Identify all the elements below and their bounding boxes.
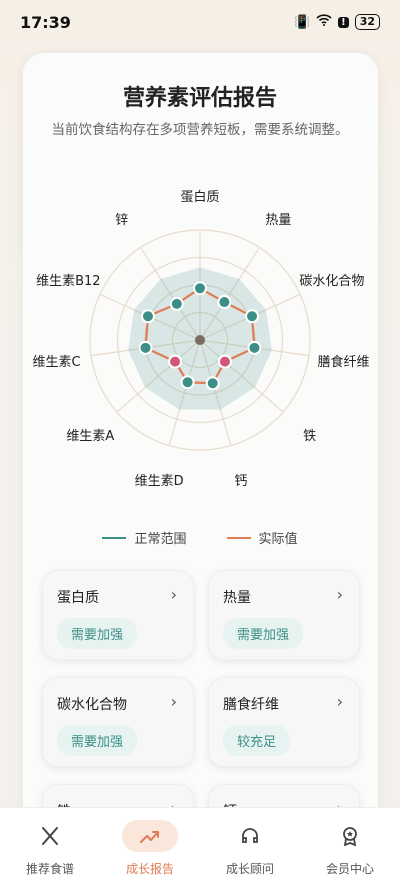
legend-item-normal: 正常范围: [102, 528, 187, 547]
tab-label: 会员中心: [325, 861, 374, 876]
legend-swatch-actual: [226, 536, 251, 539]
tab-label: 成长顾问: [225, 861, 274, 876]
radar-axis-label: 钙: [234, 473, 248, 489]
radar-point-5: [205, 376, 220, 391]
tab-advisor[interactable]: 成长顾问: [200, 808, 300, 888]
nutrient-radar-chart: 蛋白质热量碳水化合物膳食纤维铁钙 维生素D 维生素A 维生素C 维生素B12 锌: [30, 175, 380, 505]
nutrient-status-badge: 需要加强: [57, 618, 138, 649]
nutrient-name: 碳水化合物: [57, 697, 127, 713]
radar-point-2: [245, 309, 260, 324]
medal-icon: [322, 820, 378, 852]
radar-axis-label: 膳食纤维: [317, 355, 370, 371]
chart-legend: 正常范围 实际值: [0, 528, 400, 547]
tab-label: 推荐食谱: [25, 861, 74, 876]
vibrate-icon: 📳: [293, 14, 311, 30]
radar-center-dot: [195, 335, 205, 345]
wifi-icon: [316, 14, 332, 30]
radar-point-8: [138, 340, 153, 355]
nutrient-name: 蛋白质: [57, 590, 99, 606]
radar-point-10: [169, 296, 184, 311]
trend-icon: [122, 819, 178, 852]
battery-indicator: 32: [354, 14, 380, 30]
tab-growth-report[interactable]: 成长报告: [100, 808, 200, 888]
radar-axis-label: 蛋白质: [180, 189, 220, 205]
radar-svg: [89, 229, 311, 451]
nutrient-card-protein[interactable]: 蛋白质 › 需要加强: [42, 570, 194, 660]
radar-axis-label: 维生素B12: [36, 274, 101, 290]
radar-axis-label: 热量: [265, 212, 292, 228]
legend-item-actual: 实际值: [226, 528, 298, 547]
nutrient-card-carbohydrate[interactable]: 碳水化合物 › 需要加强: [42, 677, 194, 767]
tab-membership[interactable]: 会员中心: [300, 808, 400, 888]
radar-point-4: [217, 354, 232, 369]
radar-axis-label: 维生素A: [66, 429, 115, 445]
tab-label: 成长报告: [125, 861, 174, 876]
chevron-right-icon: ›: [336, 585, 343, 604]
legend-label-actual: 实际值: [258, 532, 298, 547]
radar-axis-label: 铁: [303, 429, 317, 445]
radar-point-9: [140, 309, 155, 324]
alert-icon: !: [338, 16, 349, 28]
chevron-right-icon: ›: [336, 692, 343, 711]
report-subtitle: 当前饮食结构存在多项营养短板，需要系统调整。: [51, 122, 349, 138]
nutrient-status-badge: 需要加强: [57, 725, 138, 756]
fork-knife-icon: [22, 820, 78, 852]
legend-label-normal: 正常范围: [134, 532, 187, 547]
radar-point-6: [180, 375, 195, 390]
radar-axis-label: 维生素C: [32, 355, 81, 371]
status-icons: 📳 ! 32: [294, 14, 380, 30]
report-title: 营养素评估报告: [122, 86, 277, 111]
nutrient-card-energy[interactable]: 热量 › 需要加强: [208, 570, 360, 660]
radar-axis-label: 锌: [115, 212, 129, 228]
nutrient-status-badge: 需要加强: [223, 618, 304, 649]
nutrient-name: 膳食纤维: [223, 697, 279, 713]
tab-recipes[interactable]: 推荐食谱: [0, 808, 100, 888]
bottom-nav: 推荐食谱 成长报告 成长顾问 会员中心: [0, 807, 400, 888]
nutrient-name: 热量: [223, 590, 251, 606]
chevron-right-icon: ›: [170, 585, 177, 604]
headset-icon: [222, 820, 278, 852]
radar-point-0: [193, 281, 207, 296]
status-time: 17:39: [20, 12, 71, 32]
nutrient-status-badge: 较充足: [223, 725, 291, 756]
radar-axis-label: 维生素D: [134, 473, 184, 489]
status-bar: 17:39 📳 ! 32: [0, 0, 400, 44]
radar-point-3: [247, 340, 262, 355]
nutrient-card-fiber[interactable]: 膳食纤维 › 较充足: [208, 677, 360, 767]
radar-axis-label: 碳水化合物: [299, 274, 365, 290]
radar-point-1: [217, 295, 232, 310]
radar-point-7: [168, 354, 183, 369]
legend-swatch-normal: [102, 536, 127, 539]
chevron-right-icon: ›: [170, 692, 177, 711]
